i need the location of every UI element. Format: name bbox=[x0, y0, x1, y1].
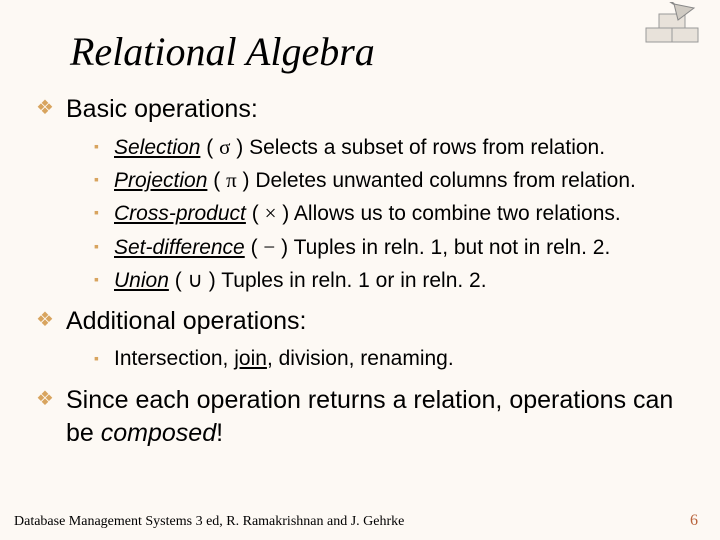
bullet-list: Basic operations: Selection ( σ ) Select… bbox=[36, 93, 684, 451]
section-additional: Additional operations: Intersection, joi… bbox=[36, 305, 684, 373]
footer-text: Database Management Systems 3 ed, R. Ram… bbox=[14, 514, 404, 530]
op-setdifference: Set-difference ( − ) Tuples in reln. 1, … bbox=[94, 233, 684, 262]
additional-ops-item: Intersection, join, division, renaming. bbox=[94, 345, 684, 373]
closing-em: composed bbox=[101, 419, 216, 447]
op-desc: Tuples in reln. 1 or in reln. 2. bbox=[221, 269, 486, 292]
paren-open: ( bbox=[251, 236, 264, 259]
op-name: Projection bbox=[114, 169, 207, 192]
paren-close: ) bbox=[230, 136, 249, 159]
op-projection: Projection ( π ) Deletes unwanted column… bbox=[94, 166, 684, 195]
text-post: , division, renaming. bbox=[267, 347, 454, 370]
op-name: Union bbox=[114, 269, 169, 292]
section-closing: Since each operation returns a relation,… bbox=[36, 384, 684, 452]
op-selection: Selection ( σ ) Selects a subset of rows… bbox=[94, 133, 684, 162]
op-symbol: σ bbox=[219, 135, 230, 159]
op-union: Union ( ∪ ) Tuples in reln. 1 or in reln… bbox=[94, 266, 684, 295]
op-symbol: ∪ bbox=[188, 268, 203, 292]
op-desc: Deletes unwanted columns from relation. bbox=[255, 169, 636, 192]
op-name: Selection bbox=[114, 136, 200, 159]
brick-trowel-icon bbox=[644, 2, 706, 48]
op-desc: Selects a subset of rows from relation. bbox=[249, 136, 605, 159]
additional-ops-list: Intersection, join, division, renaming. bbox=[94, 345, 684, 373]
op-symbol: π bbox=[226, 168, 237, 192]
paren-close: ) bbox=[275, 236, 293, 259]
op-desc: Allows us to combine two relations. bbox=[294, 202, 621, 225]
section-heading: Additional operations: bbox=[66, 307, 306, 335]
paren-close: ) bbox=[203, 269, 221, 292]
paren-close: ) bbox=[276, 202, 294, 225]
slide-title: Relational Algebra bbox=[70, 28, 684, 75]
closing-post: ! bbox=[216, 419, 223, 447]
op-symbol: × bbox=[265, 201, 277, 225]
paren-open: ( bbox=[175, 269, 188, 292]
text-join: join bbox=[234, 347, 267, 370]
page-number: 6 bbox=[690, 512, 698, 530]
op-crossproduct: Cross-product ( × ) Allows us to combine… bbox=[94, 199, 684, 228]
paren-open: ( bbox=[252, 202, 265, 225]
text-pre: Intersection, bbox=[114, 347, 234, 370]
section-basic: Basic operations: Selection ( σ ) Select… bbox=[36, 93, 684, 295]
section-heading: Basic operations: bbox=[66, 95, 258, 123]
paren-close: ) bbox=[237, 169, 256, 192]
paren-open: ( bbox=[206, 136, 219, 159]
op-name: Cross-product bbox=[114, 202, 246, 225]
op-desc: Tuples in reln. 1, but not in reln. 2. bbox=[294, 236, 611, 259]
basic-ops-list: Selection ( σ ) Selects a subset of rows… bbox=[94, 133, 684, 296]
op-name: Set-difference bbox=[114, 236, 245, 259]
op-symbol: − bbox=[263, 235, 275, 259]
paren-open: ( bbox=[213, 169, 226, 192]
